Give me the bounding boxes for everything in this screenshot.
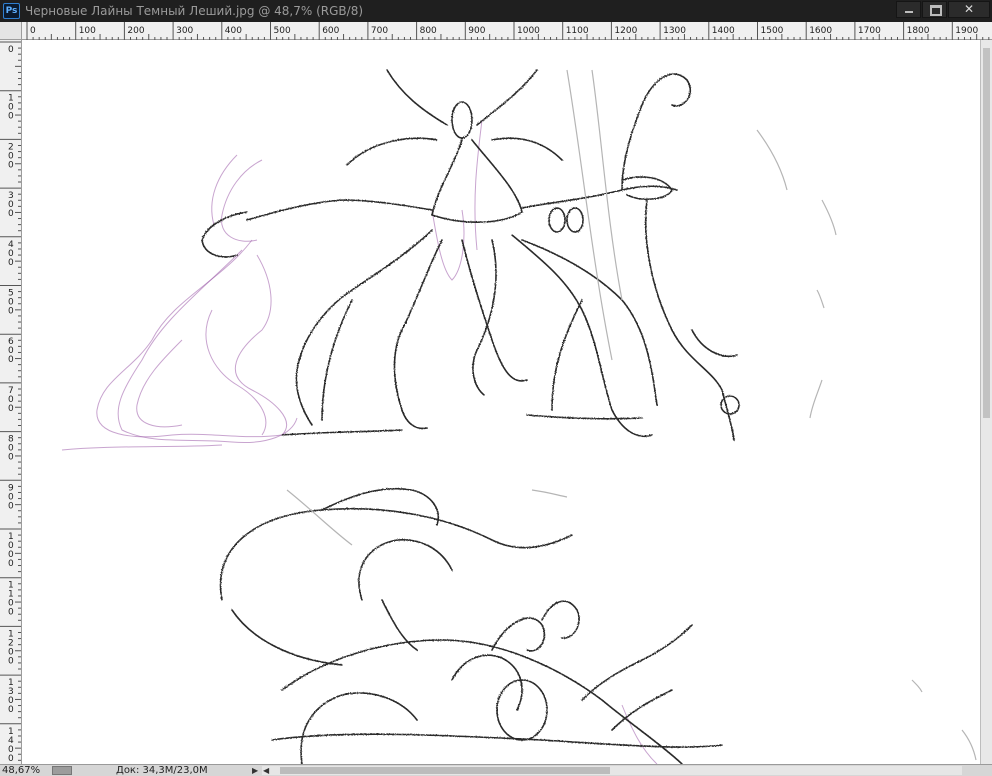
ruler-label: 300: [176, 26, 193, 36]
ruler-label: 1700: [858, 26, 881, 36]
ruler-label: 1500: [761, 26, 784, 36]
ruler-label: 1900: [955, 26, 978, 36]
vertical-scroll-thumb[interactable]: [983, 48, 990, 418]
ruler-label: 700: [371, 26, 388, 36]
ruler-label: 1600: [809, 26, 832, 36]
title-bar: Ps Черновые Лайны Темный Леший.jpg @ 48,…: [0, 0, 992, 22]
ruler-label: 1400: [712, 26, 735, 36]
document-info-icon[interactable]: [52, 766, 72, 775]
ruler-label-digit: 0: [8, 112, 14, 122]
construction-lines: [286, 69, 977, 761]
minimize-button[interactable]: [896, 1, 921, 18]
ruler-label-digit: 0: [8, 258, 14, 268]
horizontal-ruler-scale: 0 100 200 300 400 500 600 700 800 900 1000 1100 1200…: [26, 22, 990, 40]
ruler-label: 1300: [663, 26, 686, 36]
maximize-button[interactable]: [922, 1, 947, 18]
scroll-left-icon[interactable]: ◀: [263, 765, 269, 776]
ruler-label-digit: 0: [8, 705, 14, 715]
ruler-label: 900: [468, 26, 485, 36]
document-title: Черновые Лайны Темный Леший.jpg @ 48,7% …: [25, 4, 364, 18]
ruler-label: 1800: [907, 26, 930, 36]
ruler-label-digit: 0: [8, 160, 14, 170]
sketch-artwork: [61, 69, 977, 764]
ruler-label: 100: [79, 26, 96, 36]
ruler-label-digit: 0: [8, 209, 14, 219]
ruler-label: 0: [30, 26, 36, 36]
close-icon: ✕: [963, 2, 975, 16]
ruler-label-digit: 0: [8, 453, 14, 463]
status-bar: 48,67% Док: 34,3M/23,0M ▶ ◀: [0, 764, 992, 776]
ruler-label-digit: 0: [8, 656, 14, 666]
horizontal-scroll-thumb[interactable]: [280, 767, 610, 774]
zoom-level[interactable]: 48,67%: [2, 765, 40, 776]
vertical-ruler[interactable]: 0100200300400500600700800900100011001200…: [0, 40, 22, 764]
ruler-label-digit: 0: [8, 608, 14, 618]
ruler-label: 1000: [517, 26, 540, 36]
play-arrow-icon[interactable]: ▶: [252, 765, 258, 776]
ruler-label-digit: 0: [8, 501, 14, 511]
creature-sketch-lower: [219, 487, 723, 764]
ruler-label: 500: [274, 26, 291, 36]
horizontal-ruler[interactable]: 0 100 200 300 400 500 600 700 800 900 1000 1100 1200…: [22, 22, 992, 40]
creature-sketch-upper: [201, 69, 740, 441]
ruler-label-digit: 0: [8, 45, 14, 55]
ruler-label: 1100: [566, 26, 589, 36]
ruler-label: 200: [127, 26, 144, 36]
document-canvas[interactable]: [22, 40, 980, 764]
vertical-scrollbar[interactable]: [980, 40, 992, 764]
photoshop-logo-icon: Ps: [3, 3, 20, 19]
ruler-label: 1200: [614, 26, 637, 36]
ruler-label-digit: 0: [8, 404, 14, 414]
ruler-label-digit: 0: [8, 754, 14, 764]
ruler-label: 600: [322, 26, 339, 36]
ruler-label-digit: 0: [8, 307, 14, 317]
close-button[interactable]: ✕: [948, 1, 990, 18]
ruler-label-digit: 0: [8, 355, 14, 365]
vertical-ruler-scale: 0100200300400500600700800900100011001200…: [0, 41, 21, 764]
ruler-label-digit: 0: [8, 559, 14, 569]
ruler-label: 800: [420, 26, 437, 36]
ruler-label: 400: [225, 26, 242, 36]
ruler-origin[interactable]: [0, 22, 22, 40]
document-size: Док: 34,3M/23,0M: [116, 765, 208, 776]
